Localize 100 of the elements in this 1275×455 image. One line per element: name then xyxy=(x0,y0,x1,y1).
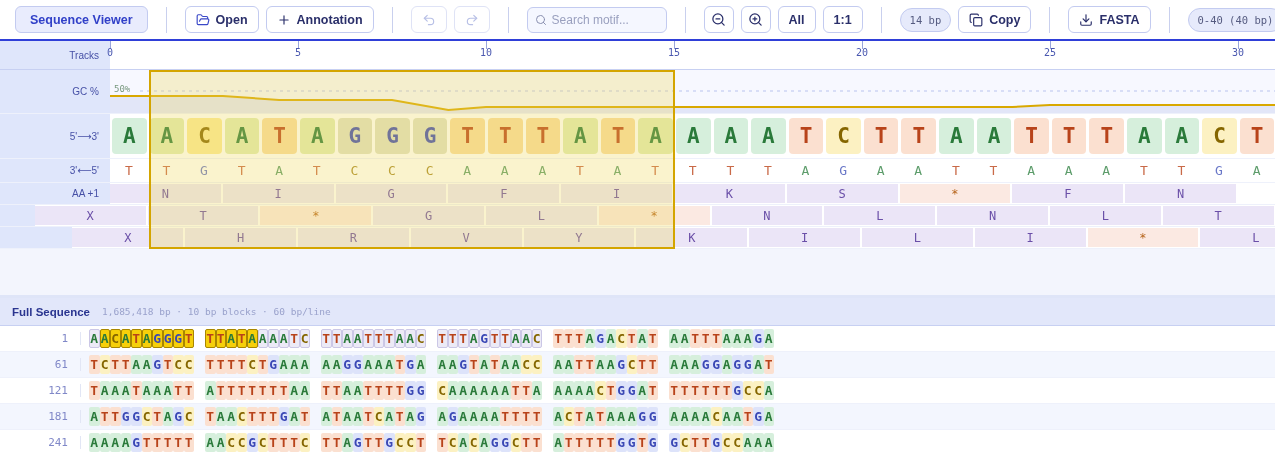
sequence-segment: TTTAGTTAAC xyxy=(437,329,542,348)
selection-length-badge: 14 bp xyxy=(899,7,952,32)
sequence-segment: TTATA xyxy=(205,329,258,348)
base-tile[interactable]: A xyxy=(224,118,260,154)
amino-acid-cell: Y xyxy=(523,228,635,247)
ruler-label: 10 xyxy=(480,47,492,58)
copy-icon xyxy=(969,12,984,27)
base-tile[interactable]: T xyxy=(487,118,523,154)
amino-acid-cell: T xyxy=(1162,206,1274,225)
sequence-segment: A xyxy=(89,329,100,348)
open-button[interactable]: Open xyxy=(184,6,259,33)
base-tile[interactable]: T xyxy=(1239,118,1275,154)
row-number: 61 xyxy=(0,358,81,371)
base-tile[interactable]: A xyxy=(939,118,974,154)
reverse-base: C xyxy=(424,163,435,178)
sequence-segment: TAACTTTGAT xyxy=(205,407,310,426)
reverse-base: A xyxy=(1101,163,1112,178)
ruler-label: 30 xyxy=(1232,47,1244,58)
reverse-strand-label: 3'⟵5' xyxy=(69,165,99,176)
app-title-tab[interactable]: Sequence Viewer xyxy=(15,6,148,33)
zoom-preset-button[interactable]: All xyxy=(777,6,816,33)
stop-codon-cell: * xyxy=(1087,228,1199,247)
amino-acid-cell: F xyxy=(448,184,560,203)
amino-acid-cell: R xyxy=(298,228,409,247)
reverse-base: T xyxy=(988,163,999,178)
ruler-label: 25 xyxy=(1044,47,1056,58)
base-tile[interactable]: T xyxy=(1089,118,1125,154)
reverse-base: C xyxy=(387,163,397,178)
base-tile[interactable]: A xyxy=(751,118,786,154)
base-tile[interactable]: G xyxy=(412,118,448,154)
amino-acid-cell: X xyxy=(72,228,184,247)
sequence-segment: AAAAGTTTTT xyxy=(89,433,194,452)
section-title: Full Sequence xyxy=(12,305,90,318)
reverse-base: A xyxy=(1063,163,1074,178)
base-tile[interactable]: A xyxy=(563,118,598,154)
sequence-segment: ATTTTTTTAA xyxy=(205,381,310,400)
base-tile[interactable]: A xyxy=(675,118,711,154)
folder-icon xyxy=(195,12,210,27)
base-tile[interactable]: C xyxy=(187,118,222,154)
amino-acid-cell: N xyxy=(110,184,221,203)
base-tile[interactable]: A xyxy=(299,118,335,154)
search-field[interactable]: Search motif... xyxy=(526,6,667,33)
frame-label: AA +1 xyxy=(72,188,99,199)
amino-acid-cell: I xyxy=(222,184,334,203)
export-fasta-button[interactable]: FASTA xyxy=(1068,6,1151,33)
reverse-base: A xyxy=(499,163,510,178)
sequence-segment: ATAATCATAG xyxy=(321,407,426,426)
base-tile[interactable]: A xyxy=(149,118,185,154)
selection-highlight[interactable] xyxy=(148,70,675,249)
base-tile[interactable]: T xyxy=(1014,118,1049,154)
reverse-base: A xyxy=(1026,163,1036,178)
base-tile[interactable]: T xyxy=(901,118,937,154)
base-tile[interactable]: T xyxy=(525,118,561,154)
base-tile[interactable]: T xyxy=(1051,118,1087,154)
reverse-base: A xyxy=(274,163,285,178)
ruler-label: 0 xyxy=(107,47,113,58)
copy-button[interactable]: Copy xyxy=(958,6,1032,33)
base-tile[interactable]: A xyxy=(638,118,673,154)
base-tile[interactable]: A xyxy=(112,118,147,154)
base-tile[interactable]: C xyxy=(1202,118,1237,154)
base-tile[interactable]: A xyxy=(1127,118,1162,154)
amino-acid-cell: H xyxy=(185,228,296,247)
zoom-preset-button[interactable]: 1:1 xyxy=(822,6,863,33)
amino-acid-cell: S xyxy=(786,184,898,203)
sequence-segment: TTAATTTAAC xyxy=(321,329,426,348)
zoom-out-button[interactable] xyxy=(703,6,734,33)
base-tile[interactable]: A xyxy=(976,118,1012,154)
row-number: 241 xyxy=(0,436,81,449)
reverse-base: T xyxy=(950,163,961,178)
base-tile[interactable]: T xyxy=(450,118,485,154)
redo-icon xyxy=(464,12,479,27)
base-tile[interactable]: T xyxy=(262,118,297,154)
base-tile[interactable]: G xyxy=(337,118,373,154)
base-tile[interactable]: G xyxy=(375,118,410,154)
reverse-base: A xyxy=(1251,163,1262,178)
reverse-base: T xyxy=(687,163,698,178)
base-tile[interactable]: A xyxy=(1164,118,1200,154)
base-tile[interactable]: T xyxy=(863,118,899,154)
undo-icon xyxy=(421,12,436,27)
amino-acid-cell: N xyxy=(711,206,823,225)
reverse-base: T xyxy=(161,163,172,178)
amino-acid-cell: G xyxy=(335,184,447,203)
reverse-base: G xyxy=(199,163,209,178)
amino-acid-cell: N xyxy=(937,206,1048,225)
base-tile[interactable]: T xyxy=(600,118,636,154)
base-tile[interactable]: T xyxy=(788,118,824,154)
reverse-base: A xyxy=(800,163,811,178)
base-tile[interactable]: A xyxy=(713,118,749,154)
base-tile[interactable]: C xyxy=(826,118,861,154)
amino-acid-cell: I xyxy=(974,228,1086,247)
sequence-segment: AGAAAATTTT xyxy=(437,407,542,426)
ruler-label: 15 xyxy=(668,47,680,58)
row-number: 1 xyxy=(0,332,81,345)
add-annotation-button[interactable]: Annotation xyxy=(265,6,374,33)
zoom-in-button[interactable] xyxy=(740,6,771,33)
plus-icon xyxy=(276,12,291,27)
amino-acid-cell: K xyxy=(636,228,748,247)
search-icon xyxy=(534,13,547,26)
midline-label: 50% xyxy=(114,84,131,94)
sequence-info: 1,685,418 bp · 10 bp blocks · 60 bp/line xyxy=(101,306,331,317)
